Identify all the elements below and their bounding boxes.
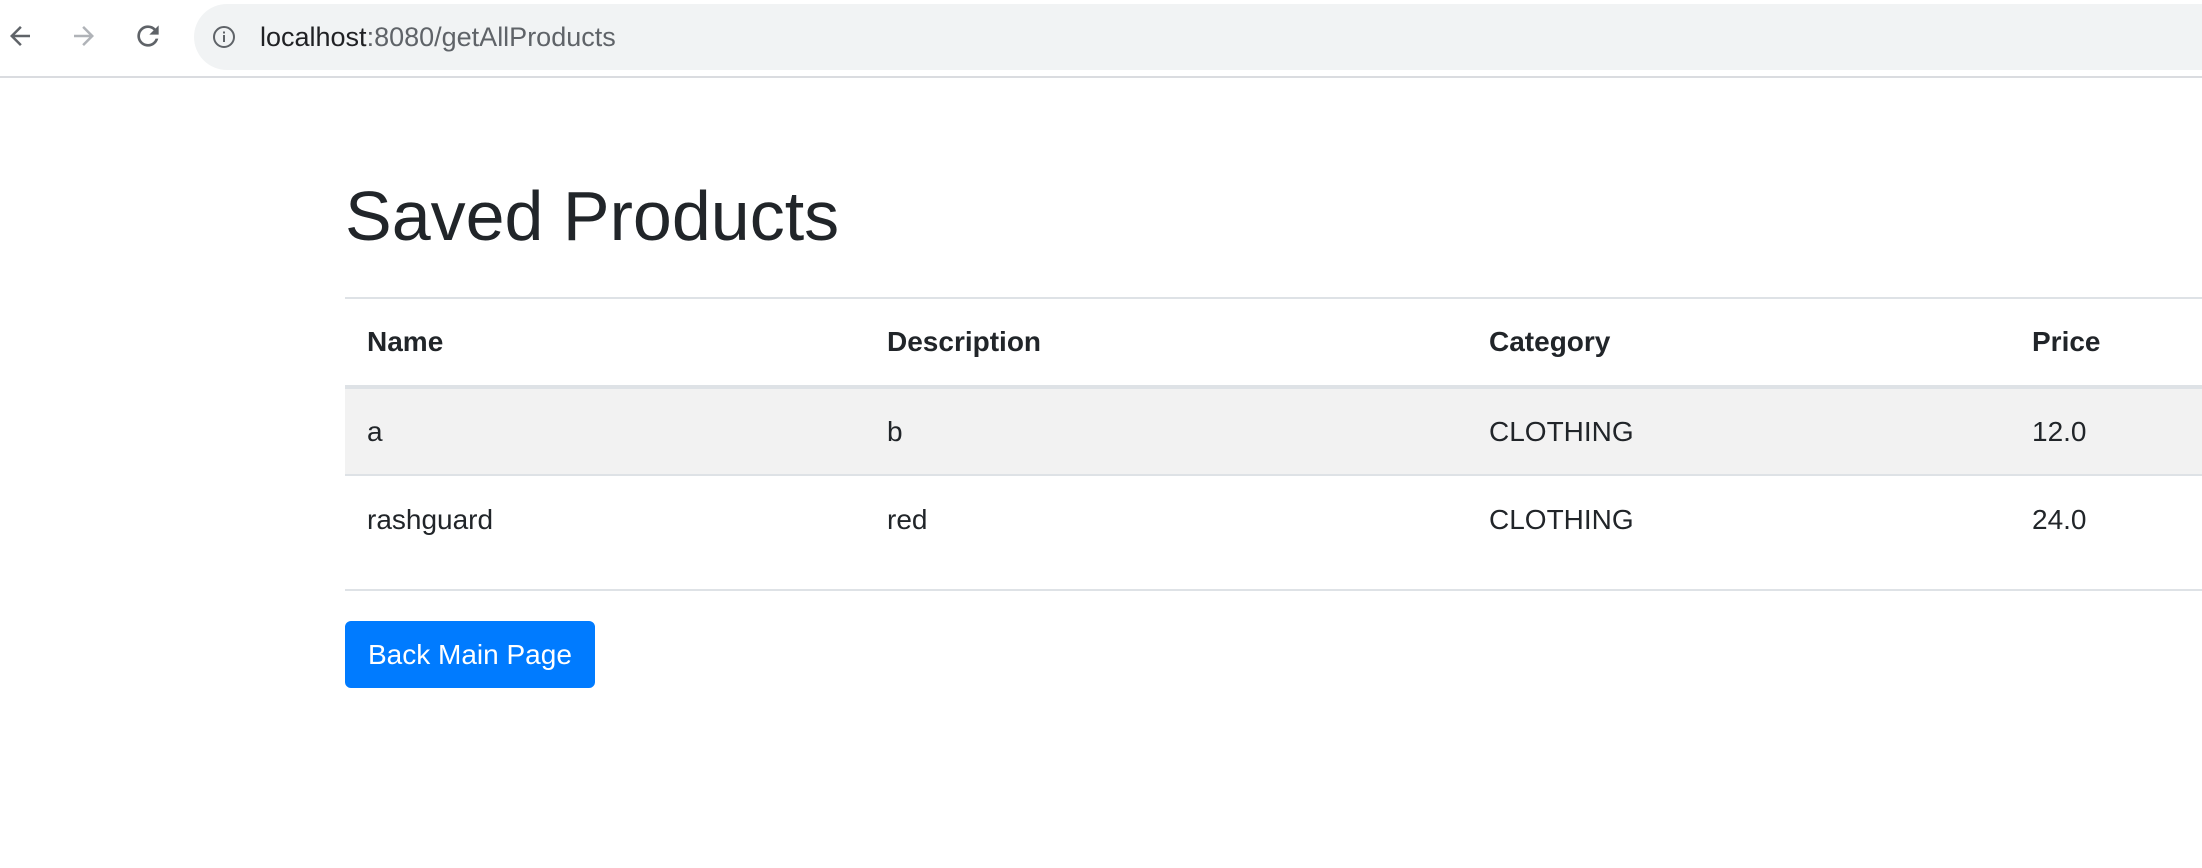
products-table: Name Description Category Price a b CLOT… — [345, 297, 2202, 591]
page-title: Saved Products — [345, 177, 840, 255]
url-host: localhost — [260, 22, 367, 52]
cell-description: b — [887, 415, 903, 447]
address-bar[interactable]: localhost:8080/getAllProducts — [194, 4, 2202, 70]
url-path: :8080/getAllProducts — [366, 22, 616, 52]
back-button[interactable] — [0, 14, 42, 58]
cell-price: 24.0 — [2032, 504, 2087, 535]
forward-button[interactable] — [62, 14, 106, 58]
info-icon[interactable] — [212, 25, 236, 49]
cell-price: 12.0 — [2032, 415, 2087, 447]
table-header-row: Name Description Category Price — [345, 298, 2202, 387]
table-row: a b CLOTHING 12.0 — [345, 387, 2202, 475]
browser-toolbar: localhost:8080/getAllProducts — [0, 0, 2202, 78]
header-name: Name — [367, 326, 444, 357]
arrow-right-icon — [74, 26, 94, 46]
arrow-left-icon — [10, 26, 30, 46]
table-row: rashguard red CLOTHING 24.0 — [345, 475, 2202, 590]
cell-category: CLOTHING — [1489, 415, 1634, 447]
back-main-page-button[interactable]: Back Main Page — [345, 621, 595, 688]
cell-name: rashguard — [367, 504, 494, 535]
cell-description: red — [887, 504, 928, 535]
reload-icon — [137, 25, 159, 47]
cell-category: CLOTHING — [1489, 504, 1634, 535]
reload-button[interactable] — [126, 14, 170, 58]
cell-name: a — [367, 415, 383, 447]
url-text: localhost:8080/getAllProducts — [260, 22, 616, 52]
header-price: Price — [2032, 326, 2101, 357]
header-category: Category — [1489, 326, 1611, 357]
header-description: Description — [887, 326, 1042, 357]
